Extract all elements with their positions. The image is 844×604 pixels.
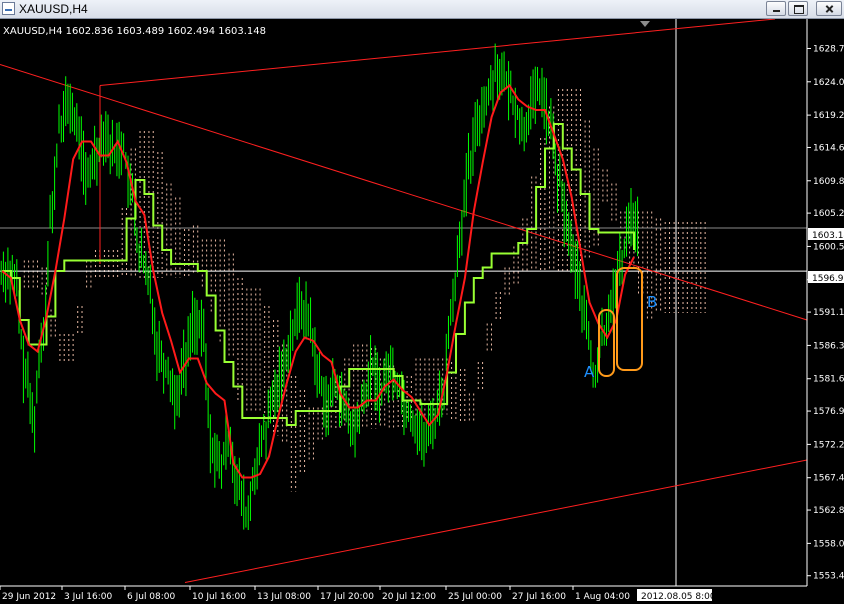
window-title: XAUUSD,H4: [19, 2, 88, 16]
time-tick-label: 1 Aug 04:00: [575, 592, 630, 602]
close-button[interactable]: [816, 1, 842, 16]
crosshair-price-label: 1596.99: [812, 274, 844, 284]
crosshair-time-label: 2012.08.05 8:00: [641, 592, 716, 602]
price-chart[interactable]: A B XAUUSD,H4 1602.836 1603.489 1602.494…: [0, 19, 844, 604]
time-tick-label: 10 Jul 16:00: [192, 592, 246, 602]
price-tick-label: 1567.47: [813, 474, 844, 484]
annotation-b: B: [647, 293, 657, 311]
price-tick-label: 1628.79: [813, 44, 844, 54]
price-tick-label: 1624.03: [813, 78, 844, 88]
window-titlebar[interactable]: XAUUSD,H4: [0, 0, 844, 19]
current-price-label: 1603.14: [812, 231, 844, 241]
price-tick-label: 1605.27: [813, 209, 844, 219]
time-tick-label: 6 Jul 08:00: [127, 592, 176, 602]
crosshair-time-tag: 2012.08.05 8:00: [637, 589, 716, 602]
time-tick-label: 20 Jul 12:00: [382, 592, 436, 602]
symbol-info: XAUUSD,H4 1602.836 1603.489 1602.494 160…: [3, 26, 266, 37]
time-tick-label: 27 Jul 16:00: [512, 592, 566, 602]
price-tick-label: 1562.85: [813, 506, 844, 516]
time-tick-label: 17 Jul 20:00: [320, 592, 374, 602]
price-tick-label: 1576.99: [813, 407, 844, 417]
price-tick-label: 1609.89: [813, 177, 844, 187]
minimize-button[interactable]: [766, 1, 786, 16]
current-price-tag: 1603.14: [808, 228, 844, 241]
time-tick-label: 29 Jun 2012: [2, 592, 56, 602]
annotation-a: A: [584, 363, 595, 381]
maximize-button[interactable]: [788, 1, 808, 16]
time-tick-label: 3 Jul 16:00: [64, 592, 113, 602]
price-tick-label: 1591.13: [813, 308, 844, 318]
price-tick-label: 1572.23: [813, 440, 844, 450]
time-tick-label: 25 Jul 00:00: [448, 592, 502, 602]
time-tick-label: 13 Jul 08:00: [257, 592, 311, 602]
price-tick-label: 1600.51: [813, 242, 844, 252]
price-tick-label: 1581.61: [813, 375, 844, 385]
chart-window-icon: [2, 2, 15, 15]
price-tick-label: 1619.27: [813, 111, 844, 121]
price-tick-label: 1586.37: [813, 341, 844, 351]
price-tick-label: 1558.09: [813, 539, 844, 549]
price-tick-label: 1553.47: [813, 572, 844, 582]
price-tick-label: 1614.65: [813, 143, 844, 153]
crosshair-price-tag: 1596.99: [808, 271, 844, 284]
